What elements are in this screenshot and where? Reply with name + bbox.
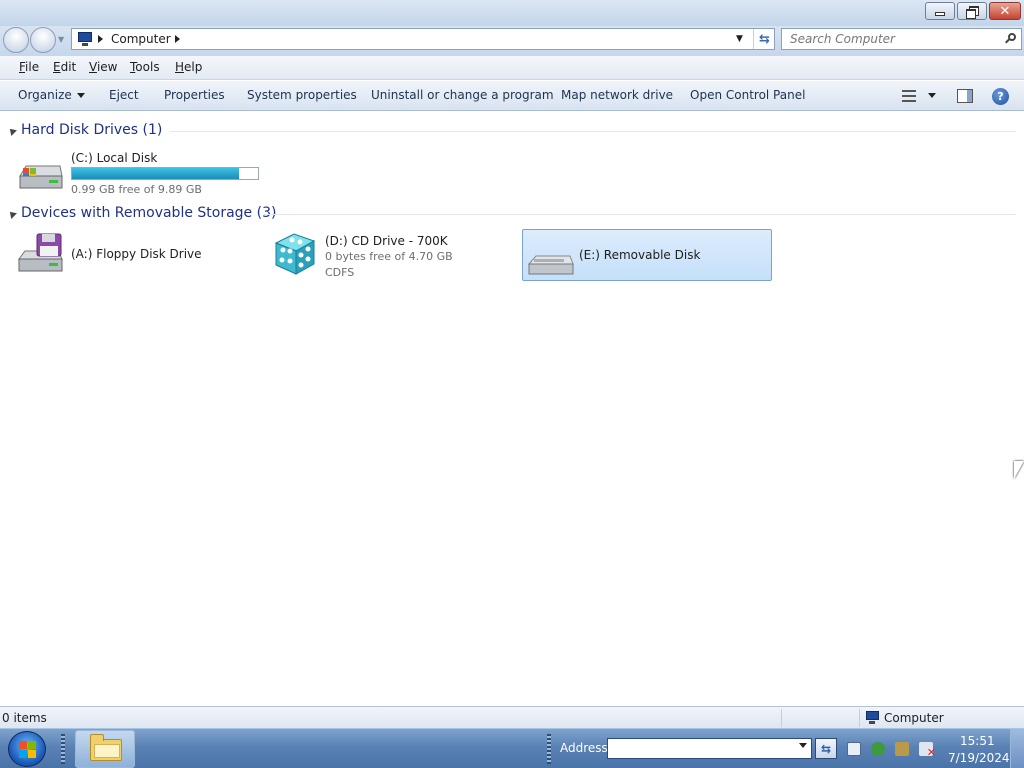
computer-icon: [77, 32, 93, 46]
status-divider: [781, 709, 782, 727]
preview-pane-icon[interactable]: [957, 89, 973, 103]
close-icon: ✕: [999, 3, 1011, 19]
group-divider: [264, 214, 1016, 215]
open-control-panel-button[interactable]: Open Control Panel: [690, 88, 805, 102]
tray-document-icon[interactable]: [847, 742, 861, 756]
command-bar: Organize Eject Properties System propert…: [0, 81, 1024, 111]
group-title: Devices with Removable Storage (3): [21, 205, 277, 221]
minimize-icon: [935, 12, 945, 16]
drive-label: (A:) Floppy Disk Drive: [71, 247, 202, 261]
properties-button[interactable]: Properties: [164, 88, 225, 102]
removable-disk-icon: [527, 255, 574, 275]
start-button[interactable]: [8, 731, 46, 767]
taskbar-explorer-button[interactable]: [75, 730, 135, 768]
taskbar-address-input[interactable]: [607, 738, 812, 759]
restore-icon: [966, 6, 979, 19]
menu-tools[interactable]: Tools: [130, 60, 160, 74]
drive-a[interactable]: (A:) Floppy Disk Drive: [16, 229, 266, 279]
breadcrumb-computer[interactable]: Computer: [111, 32, 171, 46]
status-bar: 0 items Computer: [0, 706, 1024, 728]
collapse-icon[interactable]: [7, 209, 17, 219]
title-bar: ✕: [0, 0, 1024, 26]
search-icon[interactable]: [1005, 33, 1016, 44]
cd-drive-icon: [274, 233, 316, 275]
windows-logo-icon: [19, 741, 37, 759]
minimize-button[interactable]: [925, 2, 955, 20]
drive-free-space: 0.99 GB free of 9.89 GB: [71, 183, 202, 196]
mouse-cursor-icon: [1014, 461, 1024, 479]
hard-drive-icon: [19, 165, 63, 189]
drive-label: (D:) CD Drive - 700K: [325, 234, 448, 248]
drive-c[interactable]: (C:) Local Disk 0.99 GB free of 9.89 GB: [16, 146, 266, 196]
file-view: Hard Disk Drives (1) (C:) Local Disk 0.9…: [0, 112, 1024, 706]
taskbar-address-label: Address: [560, 741, 608, 755]
disk-usage-bar: [71, 167, 259, 180]
tray-security-icon[interactable]: [871, 742, 885, 756]
uninstall-program-button[interactable]: Uninstall or change a program: [371, 88, 554, 102]
menu-help[interactable]: Help: [175, 60, 202, 74]
views-icon[interactable]: [902, 90, 916, 102]
disk-usage-fill: [72, 168, 240, 179]
system-properties-button[interactable]: System properties: [247, 88, 357, 102]
refresh-button[interactable]: ⇆: [753, 29, 775, 49]
map-network-drive-button[interactable]: Map network drive: [561, 88, 673, 102]
back-button[interactable]: [3, 27, 29, 53]
group-header-hard-disk-drives[interactable]: Hard Disk Drives (1): [7, 122, 1016, 142]
group-header-removable-storage[interactable]: Devices with Removable Storage (3): [7, 205, 1016, 225]
chevron-down-icon[interactable]: [799, 743, 807, 748]
recent-pages-dropdown-icon[interactable]: ▼: [58, 35, 64, 44]
address-bar[interactable]: Computer ▼ ⇆: [71, 28, 775, 50]
drive-filesystem: CDFS: [325, 266, 355, 279]
forward-button[interactable]: [30, 27, 56, 53]
breadcrumb-chevron-icon[interactable]: [175, 35, 180, 43]
breadcrumb-chevron-icon[interactable]: [98, 35, 103, 43]
drive-free-space: 0 bytes free of 4.70 GB: [325, 250, 453, 263]
chevron-down-icon[interactable]: [928, 93, 936, 98]
address-dropdown-icon[interactable]: ▼: [736, 34, 743, 44]
show-desktop-button[interactable]: [1010, 729, 1024, 768]
floppy-drive-icon: [18, 233, 63, 272]
eject-button[interactable]: Eject: [109, 88, 139, 102]
navigation-bar: ▼ Computer ▼ ⇆ Search Computer: [0, 26, 1024, 56]
tray-network-icon[interactable]: [895, 742, 909, 756]
taskbar: Address ⇆ ✕ 15:51 7/19/2024: [0, 728, 1024, 768]
drive-d[interactable]: (D:) CD Drive - 700K 0 bytes free of 4.7…: [270, 229, 520, 279]
drive-label: (C:) Local Disk: [71, 151, 158, 165]
group-divider: [170, 131, 1016, 132]
search-input[interactable]: Search Computer: [781, 28, 1022, 50]
chevron-down-icon: [76, 93, 85, 98]
close-button[interactable]: ✕: [989, 2, 1021, 20]
restore-button[interactable]: [957, 2, 987, 20]
menu-file[interactable]: File: [19, 60, 39, 74]
search-placeholder: Search Computer: [790, 32, 895, 46]
drive-e[interactable]: (E:) Removable Disk: [522, 229, 772, 281]
status-location: Computer: [884, 711, 944, 725]
computer-icon: [865, 711, 880, 724]
organize-button[interactable]: Organize: [18, 88, 85, 102]
group-title: Hard Disk Drives (1): [21, 122, 163, 138]
menu-bar: File Edit View Tools Help: [0, 56, 1024, 80]
clock-time[interactable]: 15:51: [960, 734, 995, 748]
menu-edit[interactable]: Edit: [53, 60, 76, 74]
help-icon[interactable]: ?: [992, 88, 1009, 105]
taskbar-grip[interactable]: [61, 734, 65, 764]
folder-icon: [90, 734, 122, 761]
menu-view[interactable]: View: [89, 60, 117, 74]
taskbar-grip[interactable]: [547, 734, 551, 764]
collapse-icon[interactable]: [7, 126, 17, 136]
taskbar-go-button[interactable]: ⇆: [815, 738, 837, 759]
item-count: 0 items: [2, 711, 47, 725]
tray-volume-muted-icon[interactable]: ✕: [919, 742, 936, 759]
drive-label: (E:) Removable Disk: [579, 248, 701, 262]
clock-date[interactable]: 7/19/2024: [948, 751, 1010, 765]
status-divider: [859, 709, 860, 727]
